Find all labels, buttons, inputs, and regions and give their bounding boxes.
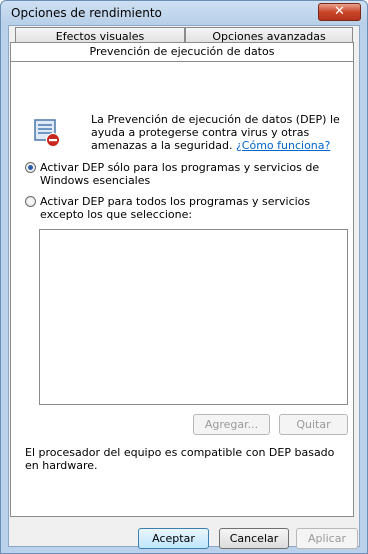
ok-button[interactable]: Aceptar [138, 528, 209, 549]
dep-shield-icon [34, 119, 60, 147]
dep-tab-panel: La Prevención de ejecución de datos (DEP… [10, 61, 354, 517]
title-bar[interactable]: Opciones de rendimiento ✕ [1, 1, 367, 25]
radio-button-unchecked[interactable] [25, 196, 36, 207]
dep-option-essential-label: Activar DEP sólo para los programas y se… [40, 161, 320, 187]
how-it-works-link[interactable]: ¿Cómo funciona? [236, 139, 330, 152]
window-title: Opciones de rendimiento [11, 6, 162, 20]
hardware-support-note: El procesador del equipo es compatible c… [25, 446, 335, 472]
tab-data-execution-prevention[interactable]: Prevención de ejecución de datos [10, 42, 354, 62]
exceptions-listbox[interactable] [39, 229, 348, 405]
remove-button[interactable]: Quitar [279, 414, 348, 435]
performance-options-window: Opciones de rendimiento ✕ Efectos visual… [0, 0, 368, 554]
cancel-button[interactable]: Cancelar [219, 528, 289, 549]
add-button[interactable]: Agregar... [193, 414, 270, 435]
radio-button-checked[interactable] [25, 162, 36, 173]
apply-button[interactable]: Aplicar [296, 528, 358, 549]
dep-description: La Prevención de ejecución de datos (DEP… [91, 113, 353, 152]
close-icon: ✕ [334, 4, 345, 19]
close-button[interactable]: ✕ [318, 3, 361, 21]
dep-option-all-programs-label: Activar DEP para todos los programas y s… [40, 195, 311, 221]
